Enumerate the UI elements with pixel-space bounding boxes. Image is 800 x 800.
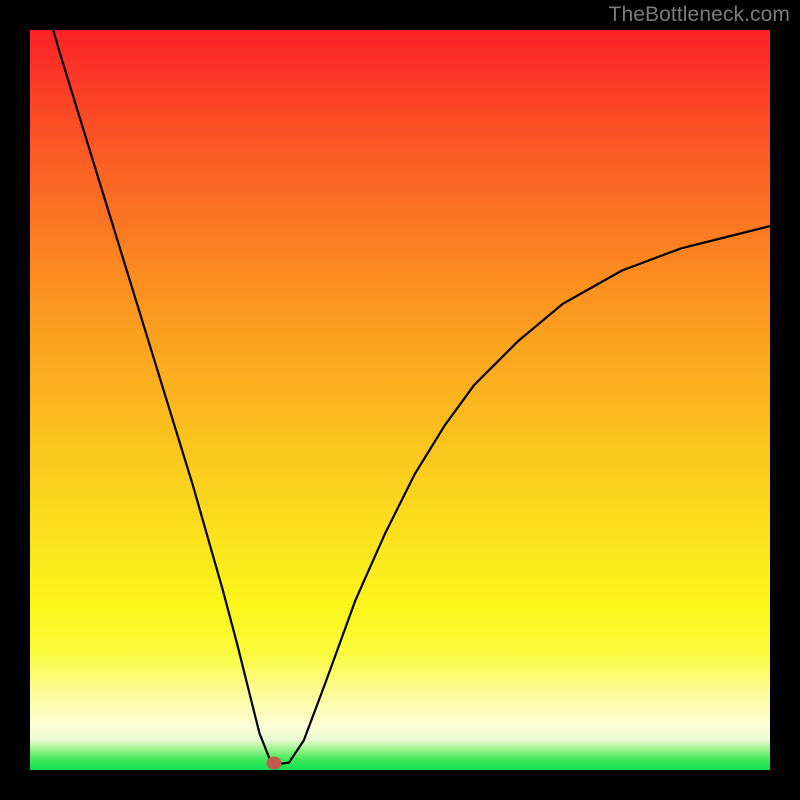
chart-plot-area	[30, 30, 770, 770]
bottleneck-curve	[30, 30, 770, 770]
watermark-text: TheBottleneck.com	[609, 3, 790, 27]
chart-frame: TheBottleneck.com	[0, 0, 800, 800]
current-point-marker	[267, 756, 282, 769]
